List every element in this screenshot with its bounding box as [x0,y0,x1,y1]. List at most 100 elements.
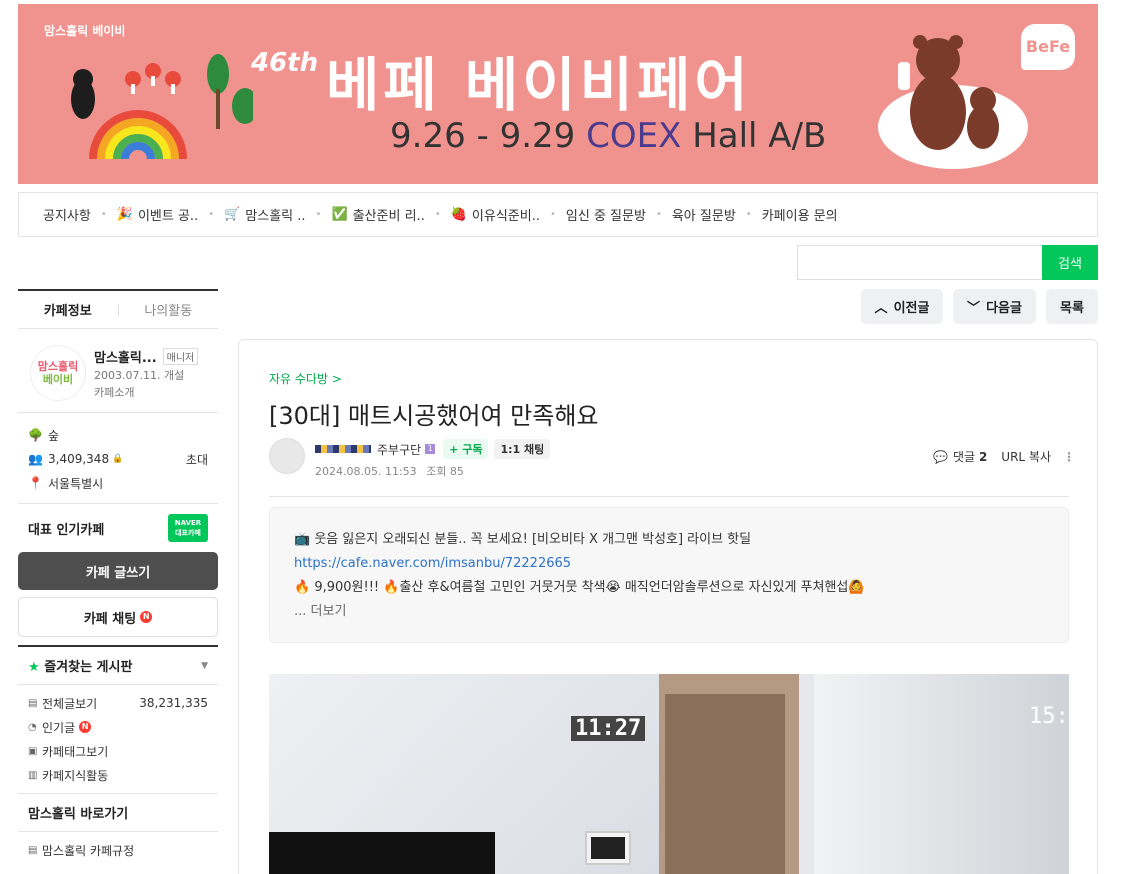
promo-banner[interactable]: 맘스홀릭 베이비 46th 베페 베이비페어 9.26 - 9.29 COEX … [18,4,1098,184]
more-options-icon[interactable]: ⋮ [1063,450,1075,464]
comment-icon: 💬 [933,449,949,464]
new-badge: N [140,611,153,623]
naver-badge-line1: NAVER [174,519,202,527]
momsholic-shortcut-title: 맘스홀릭 바로가기 [18,794,218,832]
menu-parenting-qa-label: 육아 질문방 [671,209,736,224]
tag-icon: ▣ [28,745,38,757]
shortcut-cafe-rules-label: 맘스홀릭 카페규정 [42,843,135,858]
cafe-level-row[interactable]: 🌳 숲 [28,423,208,447]
invite-button[interactable]: 초대 [186,451,208,468]
menu-cafe-inquiry[interactable]: 카페이용 문의 [762,205,838,224]
post-views: 조회 85 [426,465,464,478]
photo-wall-clock: 11:27 [571,716,646,741]
representative-label: 대표 인기카페 [28,522,105,538]
post-date: 2024.08.05. 11:53 [315,465,417,478]
prev-post-label: 이전글 [893,301,930,316]
comments-label: 댓글 [953,450,976,464]
menu-babyfood-label: 이유식준비.. [471,209,540,224]
cafe-name[interactable]: 맘스홀릭... [94,347,157,366]
banner-date-range: 9.26 - 9.29 [390,116,576,156]
menu-notice-label: 공지사항 [43,209,91,224]
notice-line-3: 🔥 9,900원!!! 🔥출산 후&여름철 고민인 거뭇거뭇 착색😭 매직언더암… [294,580,865,595]
prev-post-button[interactable]: ︿ 이전글 [861,289,943,324]
momsholic-shortcuts: ▤ 맘스홀릭 카페규정 [18,832,218,868]
photo-wall-panel [585,831,631,865]
chevron-up-icon: ︿ [874,301,888,316]
search-input[interactable] [797,245,1042,280]
cafe-logo-subtext: 베이비 [42,373,74,386]
next-post-button[interactable]: ﹀ 다음글 [953,289,1036,324]
menu-pregnancy-qa[interactable]: 임신 중 질문방 [566,205,646,224]
menu-momsholic[interactable]: 🛒 맘스홀릭 .. [224,205,305,224]
avatar[interactable] [269,438,305,474]
board-popular-label: 인기글 [42,720,76,735]
next-post-label: 다음글 [986,301,1022,316]
member-count-row[interactable]: 👥 3,409,348 🔒 초대 [28,447,208,471]
post-photo[interactable]: 11:27 15: [269,674,1069,874]
menu-birth-prep-label: 출산준비 리.. [352,209,425,224]
blurred-nickname [315,445,371,453]
search-button[interactable]: 검색 [1042,245,1098,280]
article: 자유 수다방 > [30대] 매트시공했어여 만족해요 주부구단 1 + 구독 … [238,339,1098,874]
favorite-boards-header[interactable]: ★ 즐겨찾는 게시판 ▼ [18,645,218,685]
location-pin-icon: 📍 [28,476,43,490]
banner-venue-hall: Hall A/B [692,116,827,156]
menu-cafe-inquiry-label: 카페이용 문의 [761,209,838,224]
post-actions: 💬 댓글 2 URL 복사 ⋮ [933,448,1075,465]
comments-count: 2 [978,450,988,464]
document-icon: ▤ [28,844,38,856]
list-label: 목록 [1060,301,1084,316]
tab-my-activity[interactable]: 나의활동 [119,300,219,319]
photo-clock-reflection: 15: [1029,704,1069,729]
shortcut-cafe-rules[interactable]: ▤ 맘스홀릭 카페규정 [28,838,208,862]
menu-notice[interactable]: 공지사항 [43,205,91,224]
banner-venue-coex: COEX [586,116,682,156]
cafe-chat-button[interactable]: 카페 채팅 N [18,597,218,637]
cafe-logo-text: 맘스홀릭 [37,360,79,373]
tab-cafe-info[interactable]: 카페정보 [18,300,118,319]
write-post-button[interactable]: 카페 글쓰기 [18,552,218,590]
sidebar-tabs: 카페정보 나의활동 [18,289,218,329]
naver-rep-badge[interactable]: NAVER 대표카페 [168,514,208,542]
manager-badge: 매니저 [162,348,199,365]
menu-event[interactable]: 🎉 이벤트 공.. [117,205,198,224]
menu-babyfood[interactable]: 🍓 이유식준비.. [451,205,540,224]
author-name[interactable]: 주부구단 [377,441,421,458]
party-icon: 🎉 [116,207,133,222]
board-knowledge-label: 카페지식활동 [42,768,109,783]
list-button[interactable]: 목록 [1046,289,1098,324]
menu-birth-prep[interactable]: ✅ 출산준비 리.. [331,205,424,224]
popular-icon: ◔ [28,721,37,733]
board-menu: 공지사항 • 🎉 이벤트 공.. • 🛒 맘스홀릭 .. • ✅ 출산준비 리.. •… [18,192,1098,237]
new-badge: N [79,721,92,733]
see-more-link[interactable]: ... 더보기 [294,600,1044,624]
menu-parenting-qa[interactable]: 육아 질문방 [672,205,736,224]
one-to-one-chat-button[interactable]: 1:1 채팅 [494,439,551,459]
cafe-intro-link[interactable]: 카페소개 [94,384,134,400]
url-copy-button[interactable]: URL 복사 [1001,448,1051,465]
cafe-logo[interactable]: 맘스홀릭 베이비 [30,345,86,401]
subscribe-button[interactable]: + 구독 [443,439,489,459]
notice-link[interactable]: https://cafe.naver.com/imsanbu/72222665 [294,552,1044,576]
menu-pregnancy-qa-label: 임신 중 질문방 [565,209,646,224]
board-tags[interactable]: ▣ 카페태그보기 [28,739,208,763]
header-divider [269,496,1069,497]
promo-notice: 📺 웃음 잃은지 오래되신 분들.. 꼭 보세요! [비오비타 X 개그맨 박성… [269,507,1069,643]
cafe-location: 서울특별시 [48,476,104,491]
menu-separator: • [434,209,441,220]
menu-separator: • [550,209,556,220]
befe-logo: BeFe [1021,24,1075,70]
comments-link[interactable]: 댓글 2 [953,448,987,465]
cafe-stats: 🌳 숲 👥 3,409,348 🔒 초대 📍 서울특별시 [18,413,218,504]
board-popular[interactable]: ◔ 인기글 N [28,715,208,739]
banner-illustration-left [71,54,253,160]
cafe-level: 숲 [48,428,60,443]
members-icon: 👥 [28,452,43,466]
board-knowledge[interactable]: ▥ 카페지식활동 [28,763,208,787]
cafe-profile: 맘스홀릭 베이비 맘스홀릭... 매니저 2003.07.11. 개설 카페소개 [18,329,218,413]
strawberry-icon: 🍓 [450,207,467,222]
board-link[interactable]: 자유 수다방 > [269,370,342,387]
cart-icon: 🛒 [224,207,241,222]
board-all-posts[interactable]: ▤ 전체글보기 38,231,335 [28,691,208,715]
menu-separator: • [655,209,662,220]
